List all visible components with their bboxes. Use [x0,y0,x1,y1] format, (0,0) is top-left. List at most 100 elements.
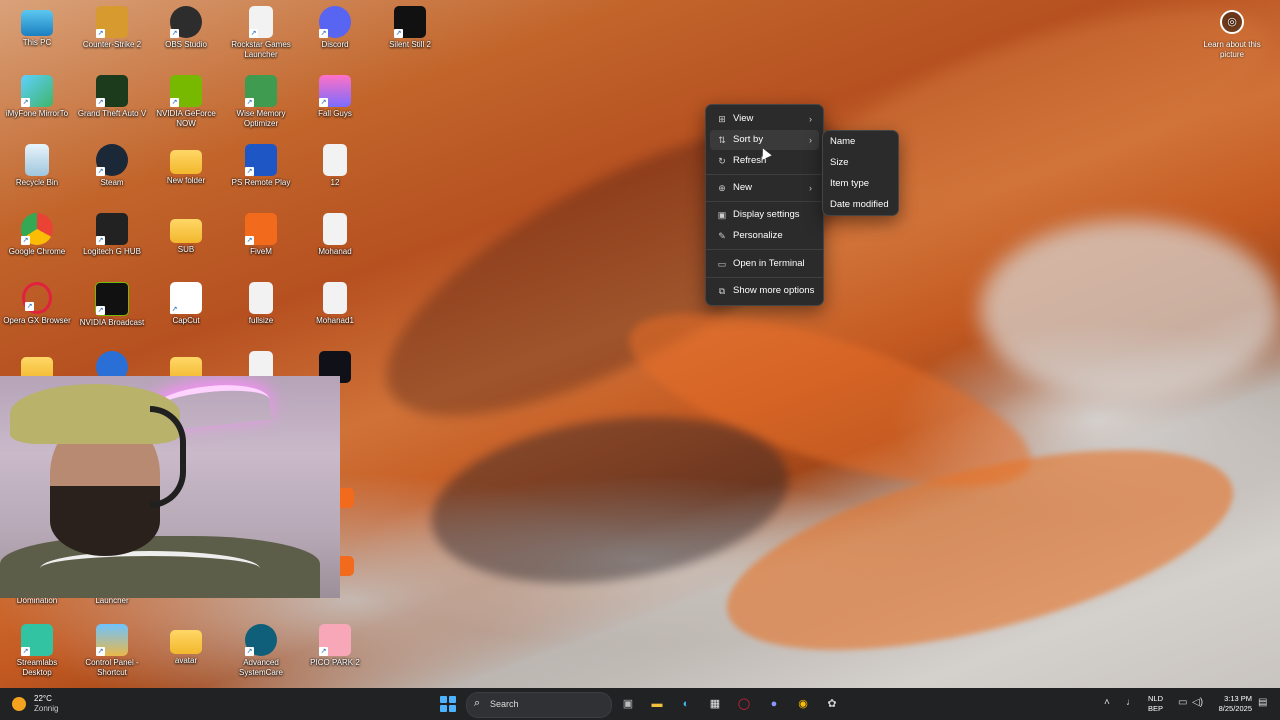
menu-item-new[interactable]: ⊕ New › [710,178,819,198]
sort-option-name[interactable]: Name [827,132,894,152]
desktop-icon-wise-memory-optimizer[interactable]: Wise Memory Optimizer [225,71,297,129]
memory-icon [245,75,277,107]
clock[interactable]: 3:13 PM 8/25/2025 [1210,694,1252,714]
desktop-icon-label: Streamlabs Desktop [16,658,58,677]
monitor-icon [21,10,53,36]
desktop-icon-google-chrome[interactable]: Google Chrome [1,209,73,257]
keyboard-layout: BEP [1148,704,1164,713]
cs2-icon [96,6,128,38]
desktop-icon-label: Steam [100,178,124,187]
menu-item-display-settings[interactable]: ▣ Display settings [710,205,819,225]
desktop-icon-label: Advanced SystemCare [238,658,283,677]
desktop-icon-control-panel[interactable]: Control Panel - Shortcut [76,620,148,678]
desktop-icon-this-pc[interactable]: This PC [1,2,73,48]
desktop-icon-label: Grand Theft Auto V [77,109,147,118]
windows-logo-tile [440,696,447,703]
language-indicator[interactable]: NLD BEP [1148,694,1163,714]
desktop-icon-fall-guys[interactable]: Fall Guys [299,71,371,119]
image-file-icon [323,213,347,245]
desktop-icon-recycle-bin[interactable]: Recycle Bin [1,140,73,188]
desktop-icon-discord[interactable]: Discord [299,2,371,50]
desktop-icon-fullsize[interactable]: fullsize [225,278,297,326]
menu-item-view[interactable]: ⊞ View › [710,109,819,129]
desktop-icon-steam[interactable]: Steam [76,140,148,188]
desktop[interactable]: This PC Counter-Strike 2 OBS Studio Rock… [0,0,1280,688]
sort-option-date-modified[interactable]: Date modified [827,195,894,215]
desktop-icon-label: Logitech G HUB [83,247,141,256]
desktop-icon-gta-v[interactable]: Grand Theft Auto V [76,71,148,119]
network-icon[interactable]: ▭ [1178,697,1187,708]
grid-icon: ⊞ [718,114,726,124]
windows-logo-tile [440,705,447,712]
menu-separator [706,201,823,202]
learn-about-picture[interactable]: ◎ Learn about this picture [1196,8,1268,60]
playstation-icon [245,144,277,176]
menu-separator [706,277,823,278]
folder-icon [170,630,202,654]
terminal-icon: ▭ [717,259,727,269]
store-icon[interactable]: ▦ [705,694,725,714]
desktop-icon-opera-gx[interactable]: Opera GX Browser [1,278,73,326]
sort-option-size[interactable]: Size [827,153,894,173]
learn-about-picture-label: Learn about this picture [1203,40,1261,59]
menu-item-personalize[interactable]: ✎ Personalize [710,226,819,246]
obs-icon [170,6,202,38]
desktop-icon-sub[interactable]: SUB [150,209,222,255]
desktop-icon-new-folder[interactable]: New folder [150,140,222,186]
desktop-icon-mohanad[interactable]: Mohanad [299,209,371,257]
volume-icon[interactable]: ◁) [1192,697,1203,708]
display-icon: ▣ [717,210,727,220]
desktop-icon-advanced-systemcare[interactable]: Advanced SystemCare [225,620,297,678]
desktop-icon-label: Rockstar Games Launcher [231,40,291,59]
desktop-icon-avatar[interactable]: avatar [150,620,222,666]
desktop-icon-label: SUB [177,245,195,254]
chrome-taskbar-icon[interactable]: ◉ [793,694,813,714]
desktop-icon-imyfone-mirrorto[interactable]: iMyFone MirrorTo [1,71,73,119]
desktop-icon-mohanad1[interactable]: Mohanad1 [299,278,371,326]
desktop-icon-streamlabs[interactable]: Streamlabs Desktop [1,620,73,678]
desktop-icon-label: Opera GX Browser [3,316,71,325]
edge-icon[interactable]: ◐ [676,694,696,714]
desktop-icon-label: New folder [166,176,206,185]
desktop-icon-12[interactable]: 12 [299,140,371,188]
desktop-icon-nvidia-geforce-now[interactable]: NVIDIA GeForce NOW [150,71,222,129]
chevron-up-icon[interactable]: ˄ [1104,697,1110,708]
app-taskbar-icon[interactable]: ✿ [822,694,842,714]
sort-option-label: Name [830,136,856,147]
desktop-icon-label: Recycle Bin [15,178,59,187]
file-explorer-icon[interactable]: ▬ [647,694,667,714]
chevron-right-icon: › [809,183,812,193]
menu-separator [706,249,823,250]
desktop-icon-rockstar-games-launcher[interactable]: Rockstar Games Launcher [225,2,297,60]
taskbar: 22°C Zonnig ⌕ Search ▣ ▬ ◐ ▦ ◯ ● ◉ ✿ ˄ ♩… [0,688,1280,720]
task-view-icon[interactable]: ▣ [618,694,638,714]
weather-temperature: 22°C [34,694,52,703]
menu-separator [706,174,823,175]
desktop-icon-capcut[interactable]: CapCut [150,278,222,326]
search-icon: ⌕ [474,697,481,709]
systemcare-icon [245,624,277,656]
steam-icon [96,144,128,176]
desktop-icon-label: Google Chrome [8,247,66,256]
desktop-icon-fivem[interactable]: FiveM [225,209,297,257]
microphone-icon[interactable]: ♩ [1126,697,1136,708]
desktop-icon-silent-still-2[interactable]: Silent Still 2 [374,2,446,50]
desktop-icon-label: fullsize [248,316,274,325]
desktop-icon-obs-studio[interactable]: OBS Studio [150,2,222,50]
start-button[interactable] [440,696,456,712]
menu-item-show-more-options[interactable]: ⧉ Show more options [710,281,819,301]
desktop-icon-pico-park-2[interactable]: PICO PARK 2 [299,620,371,668]
desktop-icon-counter-strike-2[interactable]: Counter-Strike 2 [76,2,148,50]
sort-option-item-type[interactable]: Item type [827,174,894,194]
notification-icon[interactable]: ▤ [1258,697,1267,708]
taskbar-search[interactable]: ⌕ Search [466,692,612,718]
desktop-icon-logitech-g-hub[interactable]: Logitech G HUB [76,209,148,257]
desktop-icon-ps-remote-play[interactable]: PS Remote Play [225,140,297,188]
wallpaper-dune [980,220,1280,400]
desktop-icon-nvidia-broadcast[interactable]: NVIDIA Broadcast [76,278,148,328]
opera-gx-taskbar-icon[interactable]: ◯ [734,694,754,714]
menu-item-open-in-terminal[interactable]: ▭ Open in Terminal [710,254,819,274]
fivem-icon [245,213,277,245]
discord-taskbar-icon[interactable]: ● [764,694,784,714]
menu-item-label: View [733,113,754,124]
